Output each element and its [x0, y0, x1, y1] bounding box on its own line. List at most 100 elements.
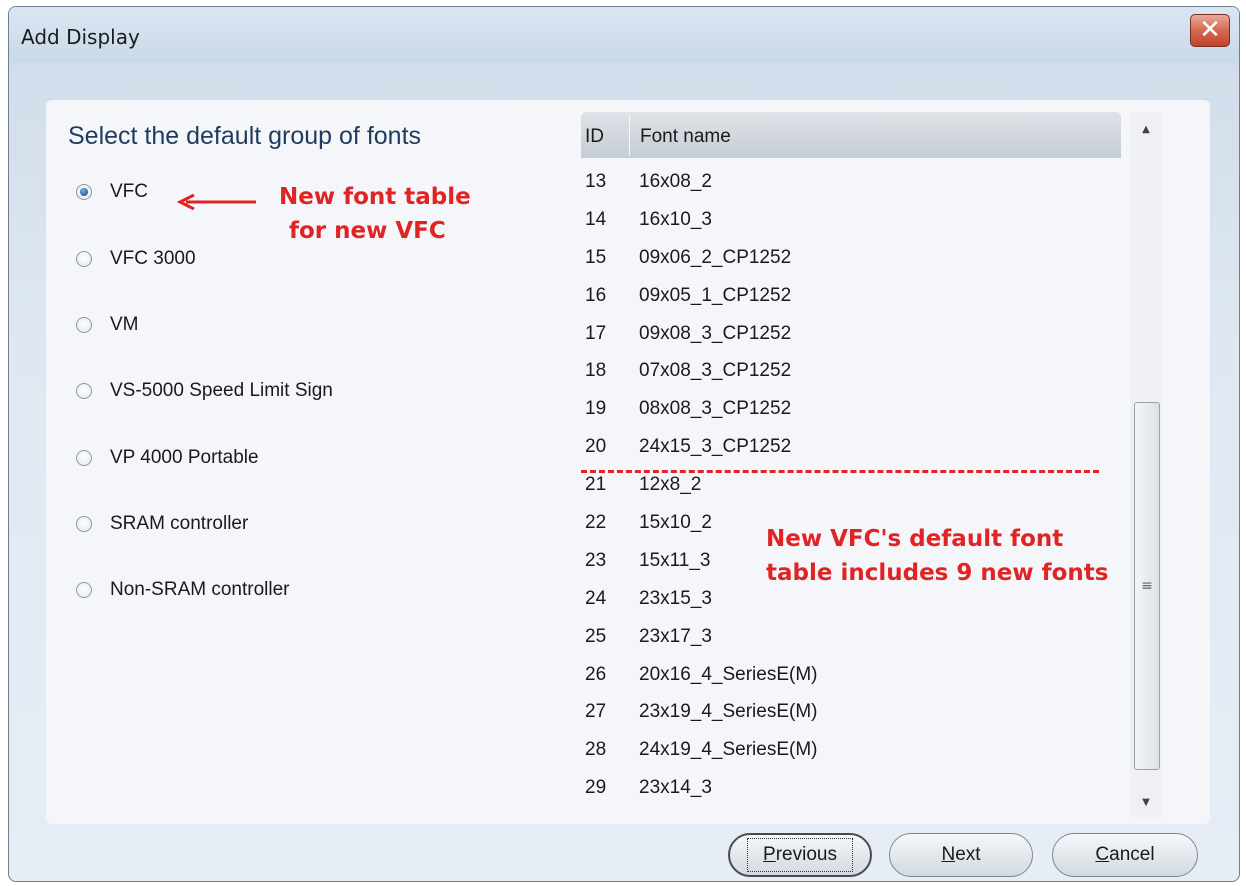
radio-option-vfc[interactable]: VFC	[76, 180, 148, 204]
label-rest: ext	[955, 844, 981, 865]
button-label: Previous	[747, 838, 853, 872]
font-id: 26	[585, 663, 607, 685]
font-id: 16	[585, 284, 607, 306]
list-item[interactable]: 20 24x15_3_CP1252	[581, 432, 1121, 470]
font-name: 09x08_3_CP1252	[639, 322, 792, 344]
list-item[interactable]: 25 23x17_3	[581, 622, 1121, 660]
radio-label: VFC 3000	[110, 248, 196, 269]
add-display-dialog: Add Display ✕ Select the default group o…	[8, 6, 1240, 882]
radio-button[interactable]	[76, 516, 92, 532]
font-name: 09x05_1_CP1252	[639, 284, 792, 306]
label-rest: revious	[775, 844, 837, 865]
list-item[interactable]: 19 08x08_3_CP1252	[581, 394, 1121, 432]
list-item[interactable]: 27 23x19_4_SeriesE(M)	[581, 697, 1121, 735]
font-id: 24	[585, 587, 607, 609]
list-item[interactable]: 16 09x05_1_CP1252	[581, 281, 1121, 319]
font-name: 23x14_3	[639, 777, 712, 799]
radio-label: VM	[110, 314, 139, 335]
next-button[interactable]: Next	[889, 833, 1033, 877]
font-id: 23	[585, 549, 607, 571]
radio-option-sram[interactable]: SRAM controller	[76, 512, 248, 536]
list-item[interactable]: 21 12x8_2	[581, 470, 1121, 508]
font-name: 24x15_3_CP1252	[639, 436, 792, 458]
font-list[interactable]: ID Font name 13 16x08_2 14 16x10_3 15 09x06_2…	[581, 112, 1165, 824]
font-id: 20	[585, 436, 607, 458]
radio-option-vp-4000[interactable]: VP 4000 Portable	[76, 446, 259, 470]
scroll-down-icon[interactable]: ▼	[1130, 789, 1162, 815]
list-rows: 13 16x08_2 14 16x10_3 15 09x06_2_CP1252 16 09x0…	[581, 167, 1121, 811]
list-item[interactable]: 15 09x06_2_CP1252	[581, 243, 1121, 281]
list-item[interactable]: 29 23x14_3	[581, 773, 1121, 811]
close-icon: ✕	[1199, 14, 1221, 45]
radio-label: Non-SRAM controller	[110, 579, 290, 600]
annotation-line: for new VFC	[289, 218, 446, 244]
annotation-dashed-divider	[581, 470, 1099, 473]
font-id: 28	[585, 739, 607, 761]
font-name: 23x17_3	[639, 625, 712, 647]
radio-option-non-sram[interactable]: Non-SRAM controller	[76, 578, 290, 602]
window-title: Add Display	[21, 25, 140, 49]
list-scrollbar[interactable]: ▲ ≡ ▼	[1130, 112, 1162, 817]
list-item[interactable]: 18 07x08_3_CP1252	[581, 356, 1121, 394]
page-heading: Select the default group of fonts	[68, 122, 422, 150]
radio-button-checked[interactable]	[76, 184, 92, 200]
radio-button[interactable]	[76, 251, 92, 267]
title-bar[interactable]: Add Display ✕	[9, 7, 1239, 63]
column-header-id[interactable]: ID	[585, 126, 604, 148]
button-label: Next	[927, 840, 994, 870]
radio-button[interactable]	[76, 582, 92, 598]
radio-label: VP 4000 Portable	[110, 447, 259, 468]
scroll-up-icon[interactable]: ▲	[1130, 116, 1162, 142]
annotation-line: table includes 9 new fonts	[766, 560, 1109, 586]
font-id: 15	[585, 246, 607, 268]
list-item[interactable]: 17 09x08_3_CP1252	[581, 319, 1121, 357]
font-id: 25	[585, 625, 607, 647]
font-name: 23x15_3	[639, 587, 712, 609]
radio-button[interactable]	[76, 450, 92, 466]
font-id: 21	[585, 474, 607, 496]
radio-option-vm[interactable]: VM	[76, 313, 139, 337]
mnemonic: P	[763, 844, 776, 865]
button-label: Cancel	[1081, 840, 1168, 870]
radio-option-vfc-3000[interactable]: VFC 3000	[76, 247, 196, 271]
font-name: 15x10_2	[639, 512, 712, 534]
mnemonic: N	[941, 844, 956, 865]
font-name: 16x08_2	[639, 171, 712, 192]
font-id: 29	[585, 777, 607, 799]
font-id: 19	[585, 398, 607, 420]
red-arrow-icon	[176, 194, 256, 210]
close-button[interactable]: ✕	[1190, 14, 1230, 47]
cancel-button[interactable]: Cancel	[1052, 833, 1198, 877]
label-rest: ancel	[1109, 844, 1155, 865]
list-item[interactable]: 13 16x08_2	[581, 167, 1121, 205]
content-panel: Select the default group of fonts VFC VF…	[46, 100, 1210, 824]
list-item[interactable]: 14 16x10_3	[581, 205, 1121, 243]
radio-label: VFC	[110, 181, 148, 202]
font-id: 18	[585, 360, 607, 382]
radio-label: SRAM controller	[110, 513, 249, 534]
font-name: 20x16_4_SeriesE(M)	[639, 663, 818, 685]
annotation-new-fonts: New VFC's default font table includes 9 …	[766, 522, 1108, 590]
list-item[interactable]: 26 20x16_4_SeriesE(M)	[581, 660, 1121, 698]
font-name: 08x08_3_CP1252	[639, 398, 792, 420]
list-header: ID Font name	[581, 112, 1121, 158]
font-id: 22	[585, 512, 607, 534]
radio-button[interactable]	[76, 317, 92, 333]
radio-button[interactable]	[76, 383, 92, 399]
grip-icon: ≡	[1141, 578, 1153, 594]
annotation-line: New VFC's default font	[766, 526, 1064, 552]
font-id: 27	[585, 701, 607, 723]
column-separator	[629, 114, 630, 156]
scroll-thumb[interactable]: ≡	[1134, 402, 1160, 770]
previous-button[interactable]: Previous	[728, 833, 872, 877]
list-item[interactable]: 28 24x19_4_SeriesE(M)	[581, 735, 1121, 773]
annotation-new-font-table: New font table for new VFC	[279, 180, 471, 248]
font-name: 16x10_3	[639, 208, 712, 230]
radio-option-vs-5000[interactable]: VS-5000 Speed Limit Sign	[76, 379, 333, 403]
font-name: 07x08_3_CP1252	[639, 360, 792, 382]
font-name: 15x11_3	[639, 549, 711, 571]
font-id: 14	[585, 208, 607, 230]
column-header-font-name[interactable]: Font name	[640, 126, 731, 148]
font-name: 12x8_2	[639, 474, 702, 496]
font-id: 13	[585, 171, 607, 192]
